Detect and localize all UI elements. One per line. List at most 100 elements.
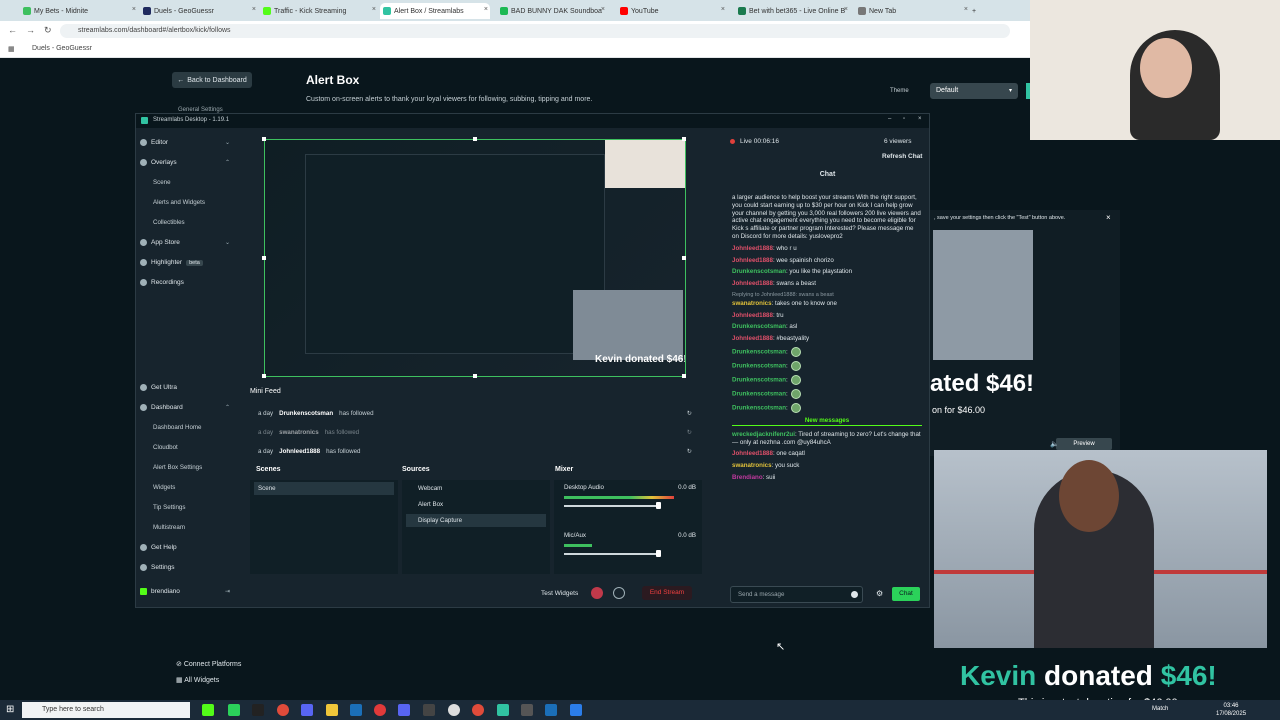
preview-button[interactable]: Preview bbox=[1056, 438, 1112, 450]
tab-kick[interactable]: Traffic - Kick Streaming × bbox=[260, 3, 378, 19]
url-field[interactable]: streamlabs.com/dashboard#/alertbox/kick/… bbox=[60, 24, 1010, 38]
close-icon[interactable]: × bbox=[844, 6, 848, 13]
close-icon[interactable]: × bbox=[132, 6, 136, 13]
chat-username[interactable]: Johnleed1888 bbox=[732, 335, 773, 342]
folder-icon[interactable] bbox=[326, 704, 338, 716]
close-icon[interactable]: × bbox=[1106, 213, 1111, 222]
sidebar-item-settings[interactable]: Settings bbox=[140, 564, 232, 571]
resize-handle[interactable] bbox=[262, 137, 266, 141]
chat-input[interactable]: Send a message bbox=[730, 586, 863, 603]
sidebar-item-recordings[interactable]: Recordings bbox=[140, 279, 232, 286]
resize-handle[interactable] bbox=[473, 374, 477, 378]
volume-slider[interactable] bbox=[564, 505, 659, 507]
sidebar-item-editor[interactable]: Editor ⌄ bbox=[140, 139, 232, 146]
chat-username[interactable]: Drunkenscotsman bbox=[732, 391, 786, 398]
theme-select[interactable]: Default ▾ bbox=[930, 83, 1018, 99]
sidebar-item-cloudbot[interactable]: Cloudbot bbox=[153, 444, 178, 451]
chat-username[interactable]: swanatronics bbox=[732, 462, 772, 469]
replay-buffer-icon[interactable] bbox=[613, 587, 625, 599]
sidebar-item-get-ultra[interactable]: Get Ultra bbox=[140, 384, 232, 391]
replay-icon[interactable]: ↻ bbox=[687, 410, 692, 417]
chat-username[interactable]: Drunkenscotsman bbox=[732, 349, 786, 356]
stream-preview[interactable]: Kevin donated $46! bbox=[264, 139, 686, 377]
app-icon[interactable] bbox=[374, 704, 386, 716]
app-icon[interactable] bbox=[228, 704, 240, 716]
resize-handle[interactable] bbox=[682, 374, 686, 378]
emoji-icon[interactable] bbox=[851, 591, 858, 598]
chat-username[interactable]: swanatronics bbox=[732, 300, 772, 307]
close-icon[interactable]: × bbox=[918, 116, 922, 122]
source-item-webcam[interactable]: Webcam bbox=[406, 482, 546, 495]
app-icon[interactable] bbox=[448, 704, 460, 716]
sidebar-item-multistream[interactable]: Multistream bbox=[153, 524, 185, 531]
sidebar-item-alert-box-settings[interactable]: Alert Box Settings bbox=[153, 464, 202, 471]
chat-username[interactable]: Johnleed1888 bbox=[732, 312, 773, 319]
back-to-dashboard-button[interactable]: ← Back to Dashboard bbox=[172, 72, 252, 88]
resize-handle[interactable] bbox=[682, 137, 686, 141]
tab-bet365[interactable]: Bet with bet365 - Live Online B × bbox=[735, 3, 850, 19]
back-arrow-icon[interactable]: ← bbox=[8, 25, 17, 35]
end-stream-button[interactable]: End Stream bbox=[642, 586, 692, 600]
tab-new[interactable]: New Tab × bbox=[855, 3, 970, 19]
bookmark-geoguessr[interactable]: Duels - GeoGuessr bbox=[32, 45, 92, 52]
sidebar-item-app-store[interactable]: App Store ⌄ bbox=[140, 239, 232, 246]
discord-icon[interactable] bbox=[301, 704, 313, 716]
resize-handle[interactable] bbox=[682, 256, 686, 260]
sidebar-item-dashboard[interactable]: Dashboard ⌃ bbox=[140, 404, 232, 411]
reload-icon[interactable]: ↻ bbox=[44, 25, 52, 36]
test-widgets-label[interactable]: Test Widgets bbox=[541, 590, 578, 597]
close-icon[interactable]: × bbox=[721, 6, 725, 13]
tab-alert-box[interactable]: Alert Box / Streamlabs × bbox=[380, 3, 490, 19]
sidebar-item-user[interactable]: brendiano ⇥ bbox=[140, 588, 232, 595]
close-icon[interactable]: × bbox=[964, 6, 968, 13]
taskview-icon[interactable] bbox=[202, 704, 214, 716]
tab-youtube[interactable]: YouTube × bbox=[617, 3, 727, 19]
source-item-alert-box[interactable]: Alert Box bbox=[406, 498, 546, 511]
replay-icon[interactable]: ↻ bbox=[687, 429, 692, 436]
sidebar-item-alerts-widgets[interactable]: Alerts and Widgets bbox=[153, 199, 205, 206]
replay-icon[interactable]: ↻ bbox=[687, 448, 692, 455]
resize-handle[interactable] bbox=[473, 137, 477, 141]
chat-username[interactable]: Brendiano bbox=[732, 474, 763, 481]
chat-username[interactable]: Drunkenscotsman bbox=[732, 363, 786, 370]
refresh-chat-button[interactable]: Refresh Chat bbox=[882, 153, 922, 160]
resize-handle[interactable] bbox=[262, 374, 266, 378]
chat-username[interactable]: Johnleed1888 bbox=[732, 450, 773, 457]
tab-geoguessr[interactable]: Duels - GeoGuessr × bbox=[140, 3, 258, 19]
chat-username[interactable]: Drunkenscotsman bbox=[732, 323, 786, 330]
app-icon[interactable] bbox=[570, 704, 582, 716]
all-widgets-link[interactable]: ▦ All Widgets bbox=[176, 676, 219, 684]
resize-handle[interactable] bbox=[262, 256, 266, 260]
apps-icon[interactable]: ▦ bbox=[8, 45, 15, 53]
streamlabs-icon[interactable] bbox=[497, 704, 509, 716]
chat-username[interactable]: Johnleed1888 bbox=[732, 257, 773, 264]
chat-username[interactable]: wreckedjacknifenr2ui bbox=[732, 431, 795, 438]
forward-arrow-icon[interactable]: → bbox=[26, 25, 35, 35]
sidebar-item-tip-settings[interactable]: Tip Settings bbox=[153, 504, 185, 511]
close-icon[interactable]: × bbox=[252, 6, 256, 13]
volume-icon[interactable]: 🔈 bbox=[1050, 440, 1059, 448]
sidebar-item-widgets[interactable]: Widgets bbox=[153, 484, 175, 491]
minimize-icon[interactable]: – bbox=[888, 116, 891, 122]
sidebar-item-overlays[interactable]: Overlays ⌃ bbox=[140, 159, 232, 166]
steam-icon[interactable] bbox=[545, 704, 557, 716]
chrome-icon[interactable] bbox=[472, 704, 484, 716]
tab-soundboard[interactable]: BAD BUNNY DAK Soundboa × bbox=[497, 3, 607, 19]
sidebar-item-scene[interactable]: Scene bbox=[153, 179, 171, 186]
source-item-display-capture[interactable]: Display Capture bbox=[406, 514, 546, 527]
tab-midnite[interactable]: My Bets - Midnite × bbox=[20, 3, 138, 19]
volume-knob[interactable] bbox=[656, 550, 661, 557]
sidebar-item-get-help[interactable]: Get Help bbox=[140, 544, 232, 551]
gear-icon[interactable]: ⚙ bbox=[876, 589, 883, 598]
windows-start-icon[interactable]: ⊞ bbox=[6, 704, 14, 715]
sidebar-item-dashboard-home[interactable]: Dashboard Home bbox=[153, 424, 202, 431]
chat-username[interactable]: Drunkenscotsman bbox=[732, 268, 786, 275]
sidebar-item-highlighter[interactable]: Highlighter beta bbox=[140, 259, 232, 266]
discord-icon[interactable] bbox=[398, 704, 410, 716]
tiktok-icon[interactable] bbox=[252, 704, 264, 716]
close-icon[interactable]: × bbox=[372, 6, 376, 13]
volume-knob[interactable] bbox=[656, 502, 661, 509]
add-tab-button[interactable]: + bbox=[972, 3, 984, 19]
close-icon[interactable]: × bbox=[601, 6, 605, 13]
chat-username[interactable]: Johnleed1888 bbox=[732, 245, 773, 252]
